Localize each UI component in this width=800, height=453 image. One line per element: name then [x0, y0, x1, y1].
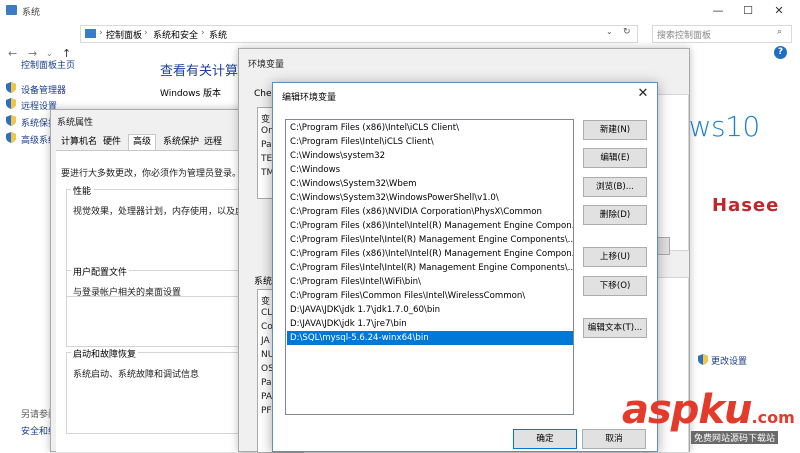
- edit-button[interactable]: 编辑(E): [583, 148, 647, 168]
- breadcrumb-separator-icon: ›: [201, 28, 205, 38]
- path-list-item[interactable]: C:\Windows: [287, 163, 573, 177]
- edit-environment-variable-dialog: 编辑环境变量 ✕ C:\Program Files (x86)\Intel\iC…: [272, 82, 658, 452]
- path-list-item[interactable]: C:\Program Files\Common Files\Intel\Wire…: [287, 289, 573, 303]
- path-list-item[interactable]: C:\Program Files\Intel\iCLS Client\: [287, 135, 573, 149]
- list-item[interactable]: 变: [261, 112, 270, 125]
- aspku-logo-text: aspku: [622, 387, 753, 433]
- device-manager-link[interactable]: 设备管理器: [21, 83, 66, 96]
- tab-advanced[interactable]: 高级: [128, 134, 157, 150]
- breadcrumb-system-security[interactable]: 系统和安全: [153, 28, 198, 41]
- tab-computer-name[interactable]: 计算机名: [57, 135, 102, 150]
- path-list-item[interactable]: C:\Program Files\Intel\Intel(R) Manageme…: [287, 233, 573, 247]
- help-icon[interactable]: ?: [774, 46, 787, 59]
- performance-group-title: 性能: [71, 184, 94, 197]
- aspku-dotcom: .com: [751, 408, 795, 427]
- shield-icon: [6, 115, 16, 126]
- breadcrumb-separator-icon: ›: [99, 28, 103, 38]
- list-item[interactable]: CL: [261, 308, 272, 318]
- environment-variables-title: 环境变量: [248, 60, 285, 70]
- path-list-item[interactable]: C:\Windows\System32\Wbem: [287, 177, 573, 191]
- move-down-button[interactable]: 下移(O): [583, 276, 647, 296]
- system-variables-label: 系统: [254, 277, 273, 287]
- hasee-logo: Hasee: [712, 195, 780, 216]
- aspku-watermark: aspku.com: [622, 390, 795, 430]
- shield-icon: [6, 82, 16, 93]
- startup-recovery-group-title: 启动和故障恢复: [71, 347, 139, 360]
- shield-icon: [6, 132, 16, 143]
- list-item[interactable]: JA: [261, 336, 270, 346]
- edit-env-title: 编辑环境变量: [282, 93, 337, 103]
- env-user-side-panel: [657, 94, 689, 251]
- delete-button[interactable]: 删除(D): [583, 205, 647, 225]
- list-item[interactable]: Pa: [261, 378, 272, 388]
- user-profiles-group-title: 用户配置文件: [71, 265, 130, 278]
- system-window-title: 系统: [22, 8, 41, 18]
- aspku-tagline: 免费网站源码下载站: [691, 431, 779, 444]
- minimize-icon[interactable]: —: [703, 2, 733, 20]
- system-titlebar: 系统 — ☐ ✕: [0, 0, 800, 22]
- close-icon[interactable]: ✕: [764, 2, 794, 20]
- breadcrumb-system[interactable]: 系统: [209, 28, 227, 41]
- shield-icon: [6, 98, 16, 109]
- maximize-icon[interactable]: ☐: [733, 2, 763, 20]
- change-settings-link[interactable]: 更改设置: [711, 354, 747, 367]
- breadcrumb-separator-icon: ›: [144, 28, 148, 38]
- system-window-icon: [6, 5, 17, 15]
- path-list-item[interactable]: C:\Program Files (x86)\Intel\Intel(R) Ma…: [287, 219, 573, 233]
- browse-button[interactable]: 浏览(B)...: [583, 177, 647, 197]
- shield-icon: [698, 354, 708, 365]
- path-list-item[interactable]: C:\Program Files\Intel\Intel(R) Manageme…: [287, 261, 573, 275]
- list-item[interactable]: PA: [261, 392, 272, 402]
- list-item[interactable]: PF: [261, 406, 272, 416]
- path-list-item[interactable]: C:\Program Files\Intel\WiFi\bin\: [287, 275, 573, 289]
- address-dropdown-icon[interactable]: ⌄: [606, 27, 613, 36]
- tab-remote[interactable]: 远程: [200, 135, 227, 150]
- address-bar[interactable]: › 控制面板 › 系统和安全 › 系统 ⌄ ↻: [80, 25, 638, 43]
- tab-system-protection[interactable]: 系统保护: [159, 135, 204, 150]
- path-list-item[interactable]: C:\Program Files (x86)\Intel\iCLS Client…: [287, 121, 573, 135]
- path-list-item[interactable]: D:\JAVA\JDK\jdk 1.7\jdk1.7.0_60\bin: [287, 303, 573, 317]
- path-list[interactable]: C:\Program Files (x86)\Intel\iCLS Client…: [285, 119, 574, 415]
- control-panel-home-link[interactable]: 控制面板主页: [21, 58, 75, 71]
- move-up-button[interactable]: 上移(U): [583, 247, 647, 267]
- control-panel-icon: [85, 29, 96, 38]
- path-list-item[interactable]: D:\JAVA\JDK\jdk 1.7\jre7\bin: [287, 317, 573, 331]
- ok-button[interactable]: 确定: [513, 429, 577, 449]
- path-list-item[interactable]: C:\Program Files (x86)\Intel\Intel(R) Ma…: [287, 247, 573, 261]
- list-item[interactable]: TE: [261, 154, 272, 164]
- system-properties-title: 系统属性: [57, 118, 94, 128]
- breadcrumb-control-panel[interactable]: 控制面板: [106, 28, 142, 41]
- refresh-icon[interactable]: ↻: [623, 27, 631, 37]
- windows-edition-label: Windows 版本: [160, 89, 222, 99]
- path-list-item-selected[interactable]: D:\SQL\mysql-5.6.24-winx64\bin: [287, 331, 573, 345]
- tab-hardware[interactable]: 硬件: [99, 135, 126, 150]
- search-placeholder: 搜索控制面板: [657, 31, 712, 41]
- edit-text-button[interactable]: 编辑文本(T)...: [583, 318, 647, 338]
- path-list-item[interactable]: C:\Program Files (x86)\NVIDIA Corporatio…: [287, 205, 573, 219]
- search-input[interactable]: 搜索控制面板 ⌕: [652, 25, 792, 43]
- list-item[interactable]: Pa: [261, 140, 272, 150]
- new-button[interactable]: 新建(N): [583, 120, 647, 140]
- list-item[interactable]: 变: [261, 294, 270, 307]
- admin-note: 要进行大多数更改，你必须作为管理员登录。: [61, 169, 242, 179]
- path-list-item[interactable]: C:\Windows\system32: [287, 149, 573, 163]
- path-list-item[interactable]: C:\Windows\System32\WindowsPowerShell\v1…: [287, 191, 573, 205]
- close-icon[interactable]: ✕: [633, 86, 653, 102]
- search-icon[interactable]: ⌕: [777, 27, 782, 37]
